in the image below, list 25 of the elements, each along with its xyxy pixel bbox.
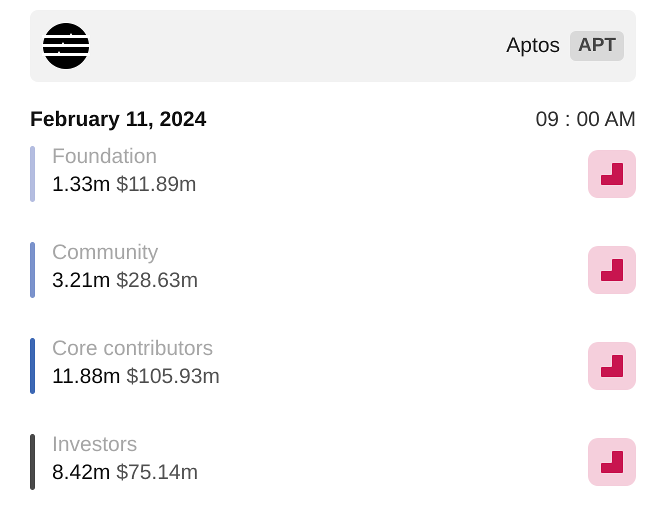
allocation-label: Investors	[52, 432, 138, 458]
token-name: Aptos	[506, 34, 560, 58]
usd-value: $11.89m	[116, 172, 197, 198]
ticker-tag: APT	[570, 31, 624, 61]
step-icon	[600, 162, 624, 186]
unlock-step-button[interactable]	[588, 438, 636, 486]
logo-icon	[42, 22, 90, 70]
token-amount: 3.21m	[52, 268, 110, 294]
usd-value: $105.93m	[126, 364, 220, 390]
allocation-label: Community	[52, 240, 160, 266]
usd-value: $75.14m	[116, 460, 198, 486]
unlock-step-button[interactable]	[588, 342, 636, 390]
token-amount: 1.33m	[52, 172, 110, 198]
step-icon	[600, 450, 624, 474]
token-amount: 8.42m	[52, 460, 110, 486]
unlock-step-button[interactable]	[588, 150, 636, 198]
date-text: February 11, 2024	[30, 108, 206, 132]
step-icon	[600, 354, 624, 378]
token-amount: 11.88m	[52, 364, 120, 390]
usd-value: $28.63m	[116, 268, 198, 294]
allocation-label: Foundation	[52, 144, 158, 170]
unlock-step-button[interactable]	[588, 246, 636, 294]
allocation-label: Core contributors	[52, 336, 214, 362]
step-icon	[600, 258, 624, 282]
time-text: 09 : 00 AM	[536, 108, 636, 132]
